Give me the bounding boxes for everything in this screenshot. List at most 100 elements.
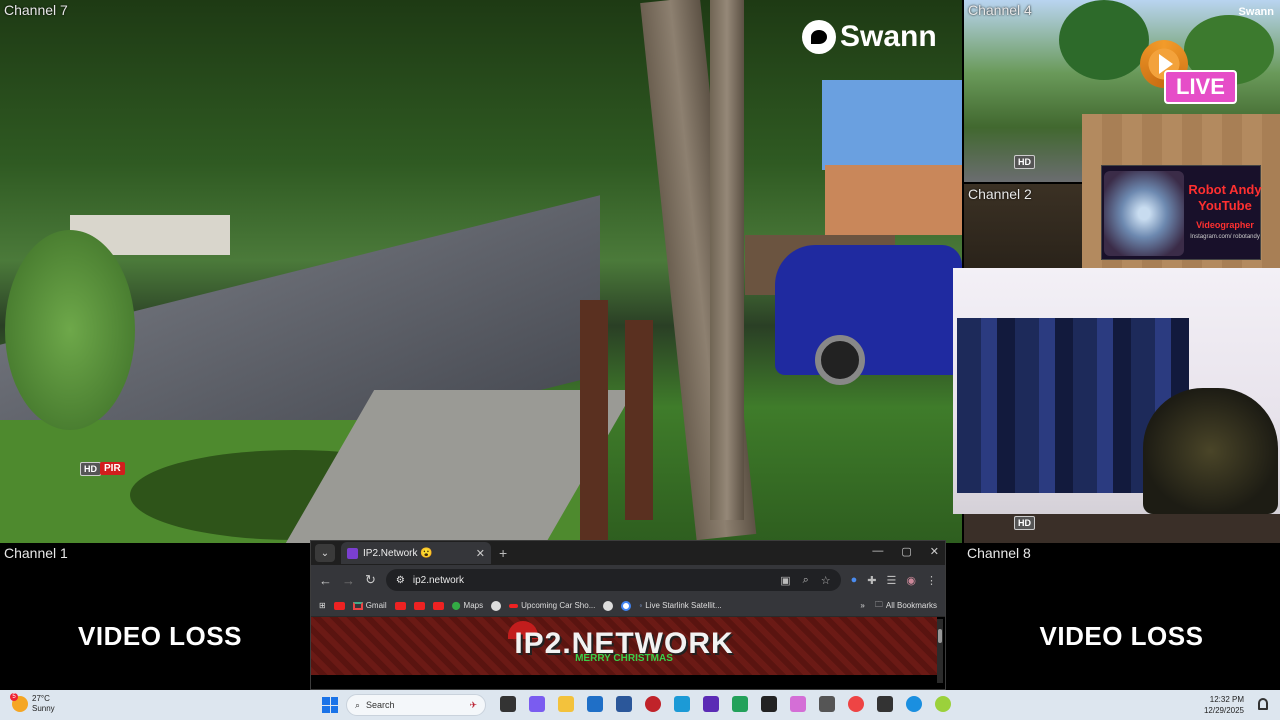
starlink-icon: ◦ <box>639 601 643 610</box>
youtube-card-line2: YouTube <box>1198 198 1252 213</box>
bookmarks-bar: ⊞ Gmail ⬤ Maps Upcoming Car Sho... ◦ Live … <box>311 595 945 617</box>
menu-kebab-icon[interactable]: ⋮ <box>926 574 937 587</box>
camera-tile-channel-1[interactable]: Channel 1 VIDEO LOSS <box>0 543 320 690</box>
app-icon[interactable] <box>674 696 690 712</box>
bookmark-maps[interactable]: ⬤ Maps <box>452 601 484 610</box>
bookmark-gmail[interactable]: Gmail <box>352 601 387 610</box>
record-icon[interactable] <box>645 696 661 712</box>
camera-tile-strip: HD <box>964 514 1280 543</box>
youtube-bookmark-icon[interactable] <box>394 601 406 610</box>
banner-subtitle: MERRY CHRISTMAS <box>575 653 673 664</box>
profile-avatar-icon[interactable]: ◉ <box>906 574 916 587</box>
clock-date: 12/29/2025 <box>1203 706 1244 715</box>
pinned-apps <box>500 696 951 712</box>
youtube-bookmark-icon[interactable] <box>432 601 444 610</box>
tab-search-button[interactable]: ⌄ <box>315 544 335 562</box>
media-icon[interactable]: ☰ <box>887 574 897 587</box>
maps-pin-icon: ⬤ <box>451 601 461 610</box>
app-icon[interactable] <box>703 696 719 712</box>
site-info-icon[interactable]: ⚙ <box>396 575 405 586</box>
forward-icon[interactable]: → <box>342 573 355 588</box>
copilot-icon[interactable] <box>790 696 806 712</box>
taskbar: 5 27°C Sunny ⌕ Search ✈ 12:32 PM 12/29/2… <box>0 690 1280 720</box>
weather-text: 27°C Sunny <box>32 694 55 714</box>
page-content[interactable]: IP2.NETWORK MERRY CHRISTMAS <box>311 617 945 689</box>
chrome-icon[interactable] <box>848 696 864 712</box>
cast-icon[interactable]: ▣ <box>780 574 790 587</box>
browser-toolbar: ← → ↻ ⚙ ip2.network ▣ ⌕ ☆ ● ✚ ☰ ◉ ⋮ <box>311 565 945 595</box>
app-icon[interactable] <box>761 696 777 712</box>
camera-tile-channel-7[interactable]: Channel 7 Swann HD PIR <box>0 0 962 543</box>
tab-bar: ⌄ IP2.Network 😮 ✕ + — ▢ ✕ <box>311 541 945 565</box>
taskbar-search[interactable]: ⌕ Search ✈ <box>346 694 486 716</box>
blue-car <box>775 245 962 375</box>
youtube-card-handle: Instagram.com/ robotandy <box>1190 234 1260 240</box>
live-label: LIVE <box>1164 70 1237 104</box>
app-icon[interactable] <box>935 696 951 712</box>
outlook-icon[interactable] <box>616 696 632 712</box>
search-icon: ⌕ <box>355 699 361 710</box>
app-icon[interactable] <box>587 696 603 712</box>
youtube-bookmark-icon[interactable] <box>333 601 345 610</box>
maximize-icon[interactable]: ▢ <box>901 545 911 558</box>
task-view-icon[interactable] <box>500 696 516 712</box>
robot-face-image <box>1104 171 1184 256</box>
fence-post <box>625 320 653 520</box>
edge-icon[interactable] <box>906 696 922 712</box>
zoom-icon[interactable]: ⌕ <box>803 574 809 587</box>
file-explorer-icon[interactable] <box>558 696 574 712</box>
youtube-card: Robot Andy YouTube Videographer Instagra… <box>1101 165 1262 260</box>
weather-badge: 5 <box>10 693 18 701</box>
app-icon[interactable] <box>819 696 835 712</box>
back-icon[interactable]: ← <box>319 573 332 588</box>
search-placeholder: Search <box>366 700 395 710</box>
window-controls: — ▢ ✕ <box>872 545 939 558</box>
notification-bell-icon[interactable] <box>1258 698 1268 710</box>
minimize-icon[interactable]: — <box>872 545 883 558</box>
weather-temp: 27°C <box>32 694 50 703</box>
reload-icon[interactable]: ↻ <box>365 572 376 588</box>
new-tab-button[interactable]: + <box>499 545 507 561</box>
camera-tile-channel-8[interactable]: Channel 8 VIDEO LOSS <box>963 543 1280 690</box>
shrub <box>5 230 135 430</box>
youtube-card-line1: Robot Andy <box>1188 182 1262 197</box>
bookmark-label: Live Starlink Satellit... <box>645 601 722 610</box>
bookmark-starlink[interactable]: ◦ Live Starlink Satellit... <box>639 601 721 610</box>
url-text: ip2.network <box>412 574 465 586</box>
sun-icon: 5 <box>10 693 28 712</box>
weather-desc: Sunny <box>32 704 55 713</box>
system-clock[interactable]: 12:32 PM 12/29/2025 <box>1204 694 1244 716</box>
apps-grid-icon[interactable]: ⊞ <box>319 601 326 610</box>
bookmark-star-icon[interactable]: ☆ <box>821 574 831 587</box>
app-icon[interactable] <box>529 696 545 712</box>
page-scrollbar[interactable] <box>937 619 943 683</box>
google-icon[interactable] <box>621 600 632 611</box>
clock-time: 12:32 PM <box>1209 695 1244 704</box>
hd-badge: HD <box>1014 516 1035 530</box>
pir-badge: PIR <box>100 462 125 475</box>
globe-icon[interactable] <box>603 600 614 611</box>
close-icon[interactable]: ✕ <box>930 545 939 558</box>
all-bookmarks-folder[interactable]: 🗀 All Bookmarks <box>875 599 937 613</box>
camera-tile-channel-2[interactable]: Channel 2 <box>964 184 1082 268</box>
address-bar[interactable]: ⚙ ip2.network ▣ ⌕ ☆ <box>385 569 841 591</box>
bookmark-label: Gmail <box>365 601 387 610</box>
globe-icon[interactable] <box>491 600 502 611</box>
app-icon[interactable] <box>732 696 748 712</box>
start-button[interactable] <box>322 697 338 713</box>
close-tab-icon[interactable]: ✕ <box>476 547 485 560</box>
weather-widget[interactable]: 5 27°C Sunny <box>10 693 55 714</box>
browser-window[interactable]: ⌄ IP2.Network 😮 ✕ + — ▢ ✕ ← → ↻ ⚙ ip2.ne… <box>310 540 946 690</box>
more-bookmarks-icon[interactable]: » <box>860 601 864 610</box>
browser-tab[interactable]: IP2.Network 😮 ✕ <box>341 542 491 564</box>
search-highlight-icon: ✈ <box>469 699 477 710</box>
extension-icon[interactable]: ● <box>851 574 858 587</box>
tree-trunk <box>710 0 744 520</box>
webcam-overlay <box>953 268 1280 514</box>
extensions-puzzle-icon[interactable]: ✚ <box>867 574 876 587</box>
all-bookmarks-label: All Bookmarks <box>885 601 937 610</box>
app-icon[interactable] <box>877 696 893 712</box>
youtube-bookmark-icon[interactable] <box>413 601 425 610</box>
bookmark-car-show[interactable]: Upcoming Car Sho... <box>509 601 595 610</box>
chair <box>1143 388 1278 514</box>
